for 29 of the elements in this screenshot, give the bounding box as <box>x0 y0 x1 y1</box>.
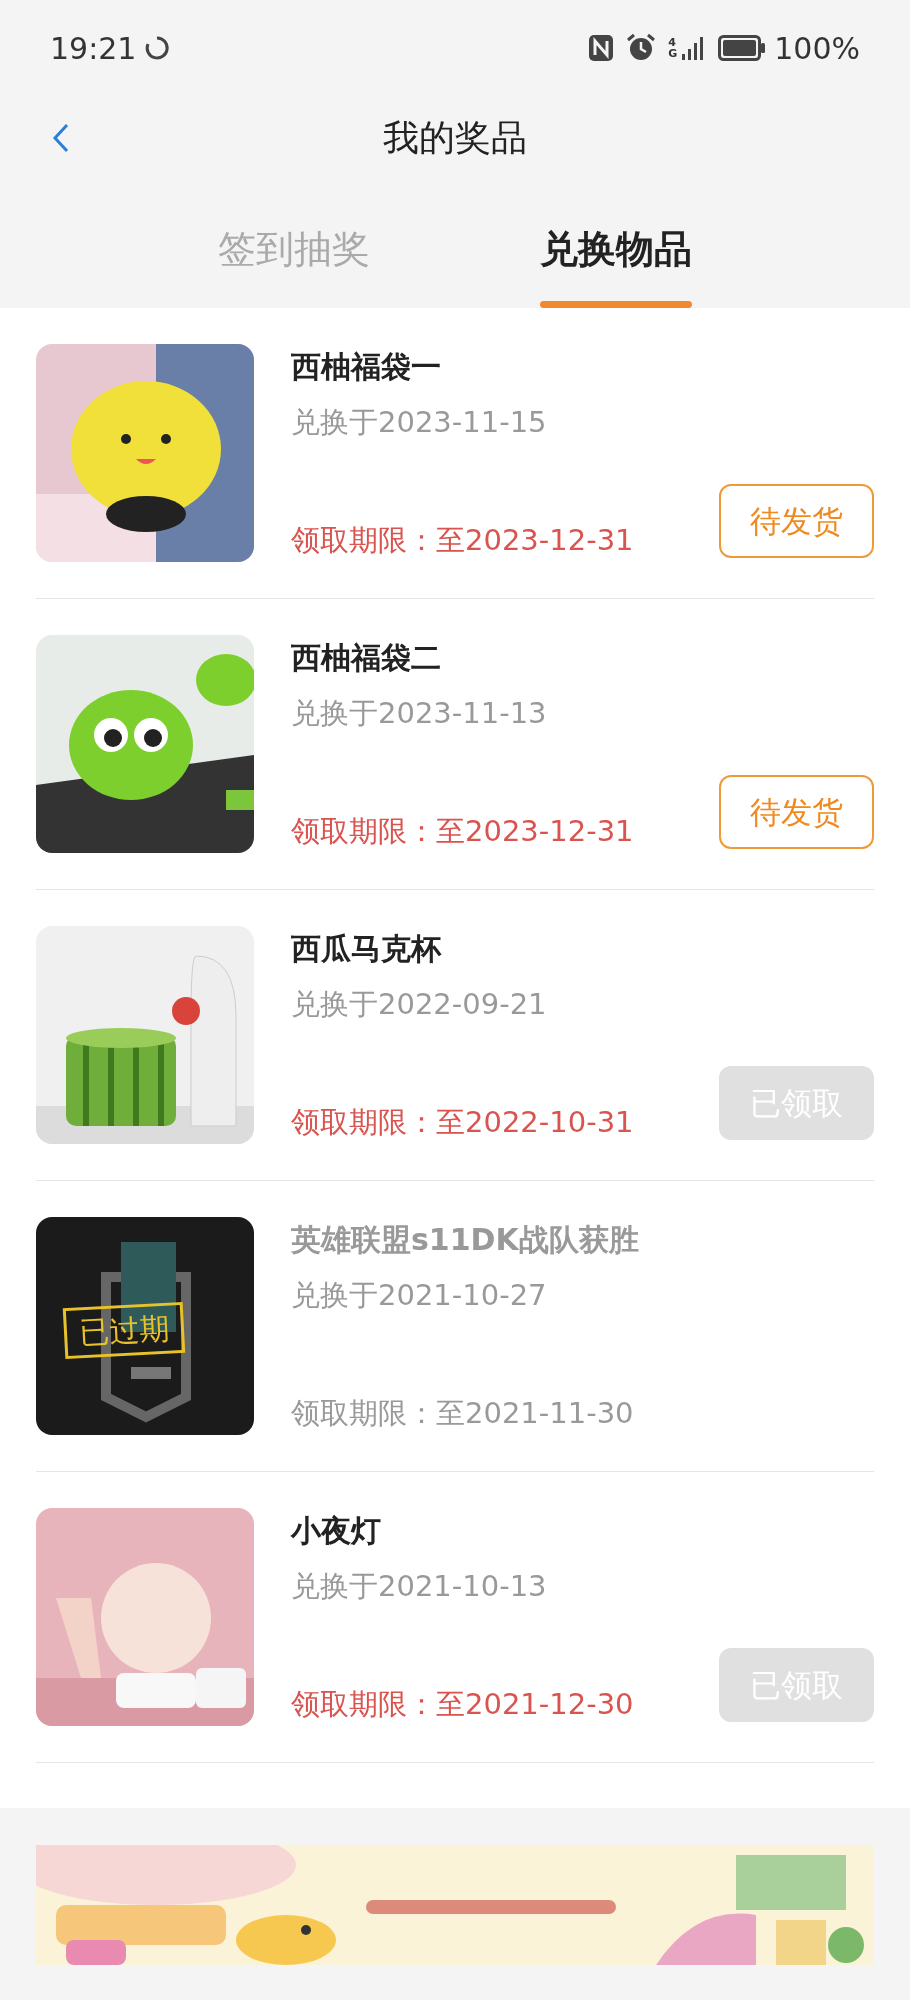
page-title: 我的奖品 <box>383 116 527 160</box>
exchange-date: 兑换于2023-11-13 <box>291 695 548 732</box>
claim-deadline: 领取期限：至2023-12-31 <box>291 521 634 559</box>
item-title: 西柚福袋二 <box>291 639 442 677</box>
status-button[interactable]: 待发货 <box>719 484 874 558</box>
network-label: 4G <box>668 37 679 59</box>
tab[interactable]: 兑换物品 <box>540 180 692 308</box>
tab[interactable]: 签到抽奖 <box>218 180 370 308</box>
claim-deadline: 领取期限：至2021-12-30 <box>291 1685 634 1723</box>
alarm-icon <box>626 33 657 63</box>
item-title: 西瓜马克杯 <box>291 930 443 968</box>
exchange-date: 兑换于2021-10-13 <box>291 1568 548 1605</box>
item-title: 西柚福袋一 <box>291 348 442 386</box>
loading-icon <box>144 35 171 61</box>
claim-deadline: 领取期限：至2022-10-31 <box>291 1103 634 1141</box>
claim-deadline: 领取期限：至2021-11-30 <box>291 1394 634 1432</box>
item-title: 小夜灯 <box>291 1512 382 1550</box>
battery-icon <box>718 35 767 61</box>
exchange-date: 兑换于2022-09-21 <box>291 986 548 1023</box>
battery-level: 100% <box>774 29 860 68</box>
nfc-icon <box>588 34 615 62</box>
exchange-date: 兑换于2023-11-15 <box>291 404 548 441</box>
exchange-date: 兑换于2021-10-27 <box>291 1277 548 1314</box>
expired-stamp: 已过期 <box>62 1301 186 1360</box>
status-time: 19:21 <box>50 29 137 68</box>
item-title: 英雄联盟s11DK战队获胜 <box>291 1221 640 1259</box>
claim-deadline: 领取期限：至2023-12-31 <box>291 812 634 850</box>
back-icon <box>52 122 70 154</box>
status-button[interactable]: 待发货 <box>719 775 874 849</box>
